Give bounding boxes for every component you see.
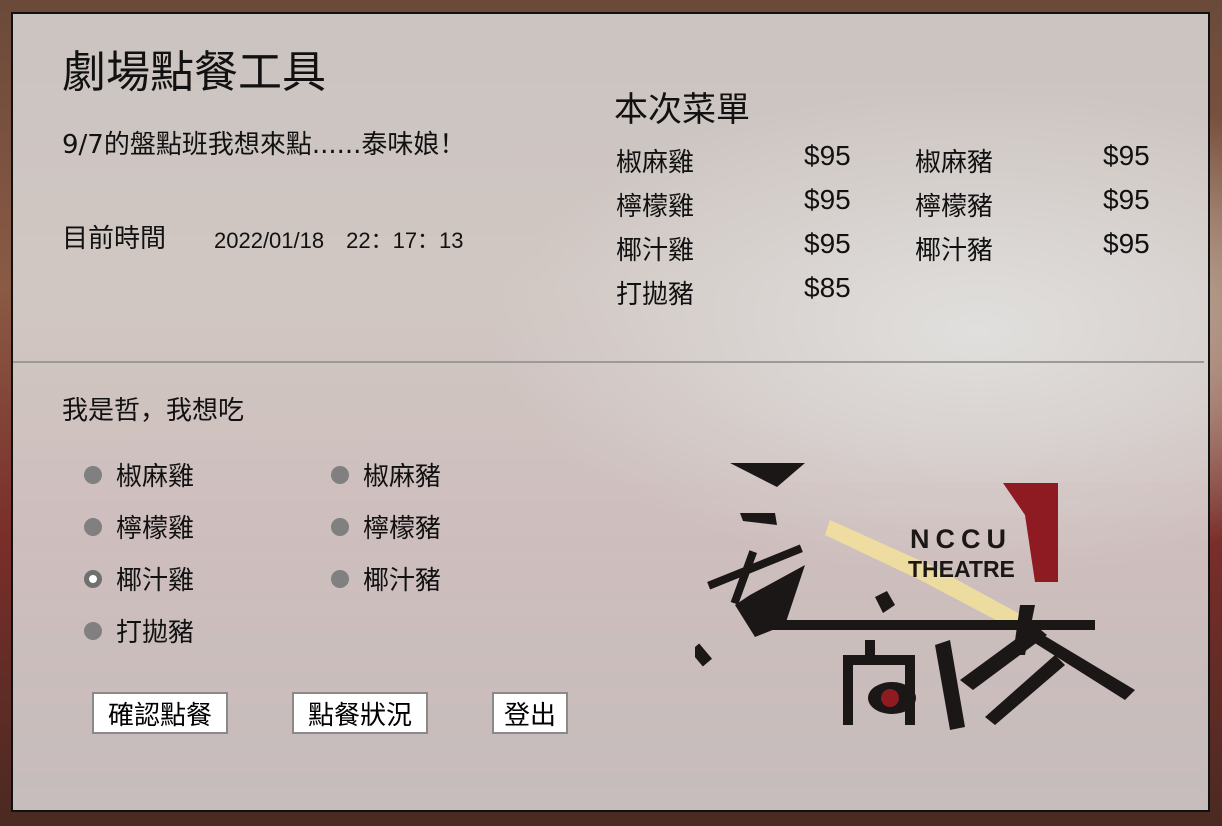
meal-option-label: 檸檬雞 [116, 514, 195, 544]
radio-button[interactable] [84, 621, 102, 640]
confirm-order-button[interactable]: 確認點餐 [92, 692, 228, 734]
menu-item-name: 椒麻豬 [915, 148, 994, 178]
menu-item-name: 椰汁豬 [915, 236, 994, 266]
meal-option-chicken-coconut[interactable]: 椰汁雞 [84, 560, 194, 597]
menu-item-price: $95 [1103, 140, 1150, 171]
meal-option-pork-pepper[interactable]: 椒麻豬 [331, 456, 441, 493]
current-time-label: 目前時間 [62, 224, 167, 254]
menu-item-name: 打拋豬 [616, 280, 695, 310]
meal-option-label: 椰汁豬 [363, 566, 442, 596]
page-subtitle: 9/7的盤點班我想來點......泰味娘！ [62, 130, 466, 160]
page-title: 劇場點餐工具 [62, 47, 326, 98]
radio-button[interactable] [84, 517, 102, 536]
menu-item-price: $95 [804, 228, 851, 259]
logout-button[interactable]: 登出 [492, 692, 568, 734]
section-divider [13, 361, 1204, 363]
menu-item-price: $95 [804, 140, 851, 171]
current-time-value: 2022/01/18 22：17：13 [214, 228, 464, 253]
menu-item-name: 椰汁雞 [616, 236, 695, 266]
meal-option-chicken-pepper[interactable]: 椒麻雞 [84, 456, 194, 493]
meal-option-label: 椒麻雞 [116, 462, 195, 492]
meal-option-label: 椒麻豬 [363, 462, 442, 492]
menu-item-price: $85 [804, 272, 851, 303]
order-status-button[interactable]: 點餐狀況 [292, 692, 428, 734]
meal-option-label: 打拋豬 [116, 618, 195, 648]
bird-icon [875, 591, 895, 613]
menu-title: 本次菜單 [614, 90, 750, 130]
logo-glyphs [695, 463, 1135, 730]
menu-item-name: 檸檬雞 [616, 192, 695, 222]
menu-item-price: $95 [1103, 184, 1150, 215]
radio-button-selected[interactable] [84, 569, 102, 588]
logo-text-line2: THEATRE [908, 556, 1015, 582]
meal-option-chicken-lemon[interactable]: 檸檬雞 [84, 508, 194, 545]
radio-button[interactable] [331, 569, 349, 588]
meal-option-pork-basil[interactable]: 打拋豬 [84, 612, 194, 649]
menu-item-name: 椒麻雞 [616, 148, 695, 178]
meal-option-pork-lemon[interactable]: 檸檬豬 [331, 508, 441, 545]
logo-eye-pupil [881, 689, 899, 707]
menu-item-price: $95 [1103, 228, 1150, 259]
menu-item-name: 檸檬豬 [915, 192, 994, 222]
meal-option-label: 檸檬豬 [363, 514, 442, 544]
logo-text-line1: NCCU [910, 524, 1012, 554]
radio-button[interactable] [331, 517, 349, 536]
order-prompt: 我是哲，我想吃 [62, 396, 245, 426]
nccu-theatre-logo: NCCU THEATRE [695, 463, 1135, 730]
meal-option-pork-coconut[interactable]: 椰汁豬 [331, 560, 441, 597]
radio-button[interactable] [84, 465, 102, 484]
meal-option-label: 椰汁雞 [116, 566, 195, 596]
menu-item-price: $95 [804, 184, 851, 215]
radio-button[interactable] [331, 465, 349, 484]
